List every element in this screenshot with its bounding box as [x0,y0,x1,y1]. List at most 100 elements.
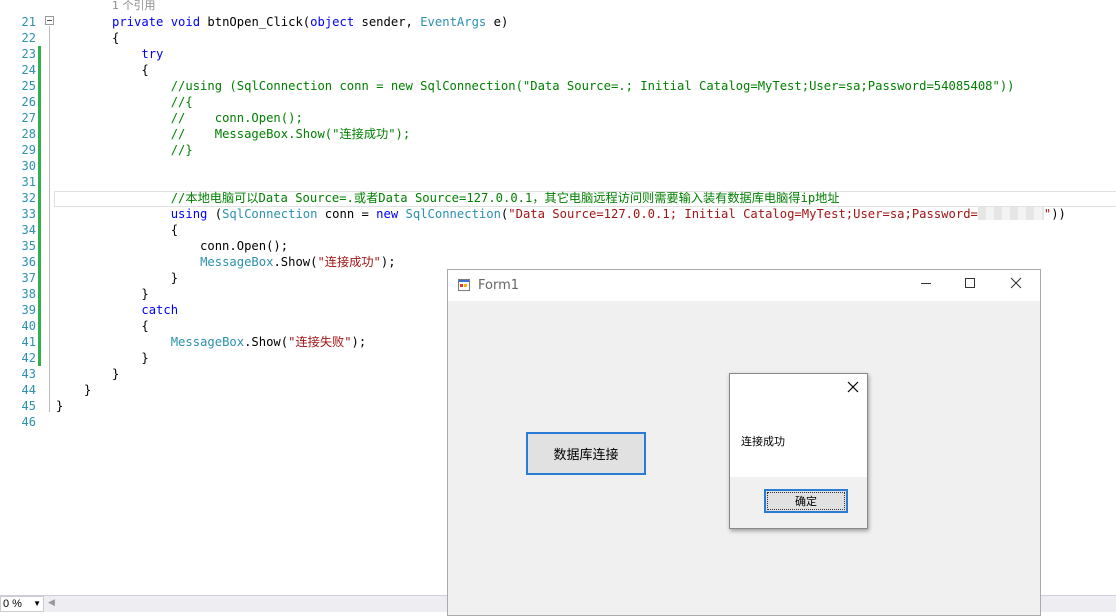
line-number: 45 [21,399,36,413]
code-text: using (SqlConnection conn = new SqlConne… [112,206,1066,222]
line-number: 43 [21,367,36,381]
line-number: 46 [21,415,36,429]
zoom-value: 0 % [3,598,22,610]
window-titlebar[interactable]: Form1 [448,270,1040,301]
code-token: //} [170,143,193,157]
line-number: 26 [21,95,36,109]
message-text: 连接成功 [741,435,785,448]
scroll-left-icon[interactable]: ◀ [48,598,55,608]
code-token: } [112,271,179,285]
code-token: } [112,351,149,365]
maximize-icon [965,278,975,288]
code-token: SqlConnection [405,207,501,221]
code-line[interactable]: 34 { [0,222,1116,238]
code-token: e) [486,15,509,29]
code-token: new [376,207,399,221]
code-line[interactable]: 36 MessageBox.Show("连接成功"); [0,254,1116,270]
message-close-button[interactable] [847,378,859,397]
line-number: 38 [21,287,36,301]
code-text: // conn.Open(); [112,110,303,126]
code-token: // MessageBox.Show("连接成功"); [170,127,411,141]
zoom-dropdown[interactable]: 0 % ▼ [0,596,44,612]
code-token: try [141,47,164,61]
line-number: 39 [21,303,36,317]
code-line[interactable]: 30 [0,158,1116,174]
code-token: using [170,207,208,221]
code-text: catch [112,302,178,318]
code-line[interactable]: 28 // MessageBox.Show("连接成功"); [0,126,1116,142]
code-line[interactable]: 26 //{ [0,94,1116,110]
code-token: )) [1051,207,1066,221]
code-text: //using (SqlConnection conn = new SqlCon… [112,78,1015,94]
code-line[interactable]: 24 { [0,62,1116,78]
code-line[interactable]: 21 private void btnOpen_Click(object send… [0,14,1116,30]
code-text: } [84,382,91,398]
code-line[interactable]: 27 // conn.Open(); [0,110,1116,126]
minimize-icon [921,283,931,284]
reference-count[interactable]: 1 个引用 [112,0,156,14]
code-text: } [56,398,63,414]
code-token: } [56,399,64,413]
code-token: MessageBox [170,335,245,349]
code-text: try [112,46,163,62]
line-number: 27 [21,111,36,125]
code-token: ); [380,255,396,269]
code-line[interactable]: 29 //} [0,142,1116,158]
chevron-down-icon: ▼ [33,599,41,608]
form1-window: Form1 数据库连接 连接成功 确定 [447,269,1041,616]
line-number: 44 [21,383,36,397]
code-line[interactable]: 32 //本地电脑可以Data Source=.或者Data Source=12… [0,190,1116,206]
code-token: } [112,367,120,381]
code-line[interactable]: 22 { [0,30,1116,46]
code-token: EventArgs [420,15,487,29]
line-number: 21 [21,15,36,29]
code-token: { [112,223,179,237]
line-number: 40 [21,319,36,333]
code-token: sender, [354,15,421,29]
code-token: "Data Source=127.0.0.1; Initial Catalog=… [508,207,978,221]
code-token: void [170,15,201,29]
close-button[interactable] [993,270,1039,301]
line-number: 22 [21,31,36,45]
code-line[interactable]: 31 [0,174,1116,190]
code-line[interactable]: 23 try [0,46,1116,62]
code-token: //本地电脑可以Data Source=.或者Data Source=127.0… [170,191,840,205]
code-token: private [112,15,164,29]
code-line[interactable]: 35 conn.Open(); [0,238,1116,254]
line-number: 36 [21,255,36,269]
code-token: } [112,287,149,301]
code-token: } [84,383,92,397]
code-token: btnOpen_Click( [200,15,311,29]
code-text: } [112,286,149,302]
code-text: MessageBox.Show("连接成功"); [112,254,396,270]
line-number: 30 [21,159,36,173]
line-number: 37 [21,271,36,285]
code-text: } [112,366,119,382]
code-text: } [112,270,178,286]
code-line[interactable]: 33 using (SqlConnection conn = new SqlCo… [0,206,1116,222]
minimize-button[interactable] [903,270,949,301]
database-connect-button[interactable]: 数据库连接 [526,432,646,475]
code-token: object [310,15,355,29]
code-token: .Show( [273,255,318,269]
code-text: private void btnOpen_Click(object sender… [112,14,508,30]
code-text: //{ [112,94,193,110]
code-token: ( [207,207,223,221]
code-text: { [112,318,148,334]
window-title: Form1 [478,278,520,293]
code-token: "连接失败" [288,335,352,349]
ok-button[interactable]: 确定 [764,489,848,513]
maximize-button[interactable] [947,270,993,301]
close-icon [847,381,859,393]
code-line[interactable]: 25 //using (SqlConnection conn = new Sql… [0,78,1116,94]
code-text: conn.Open(); [112,238,288,254]
